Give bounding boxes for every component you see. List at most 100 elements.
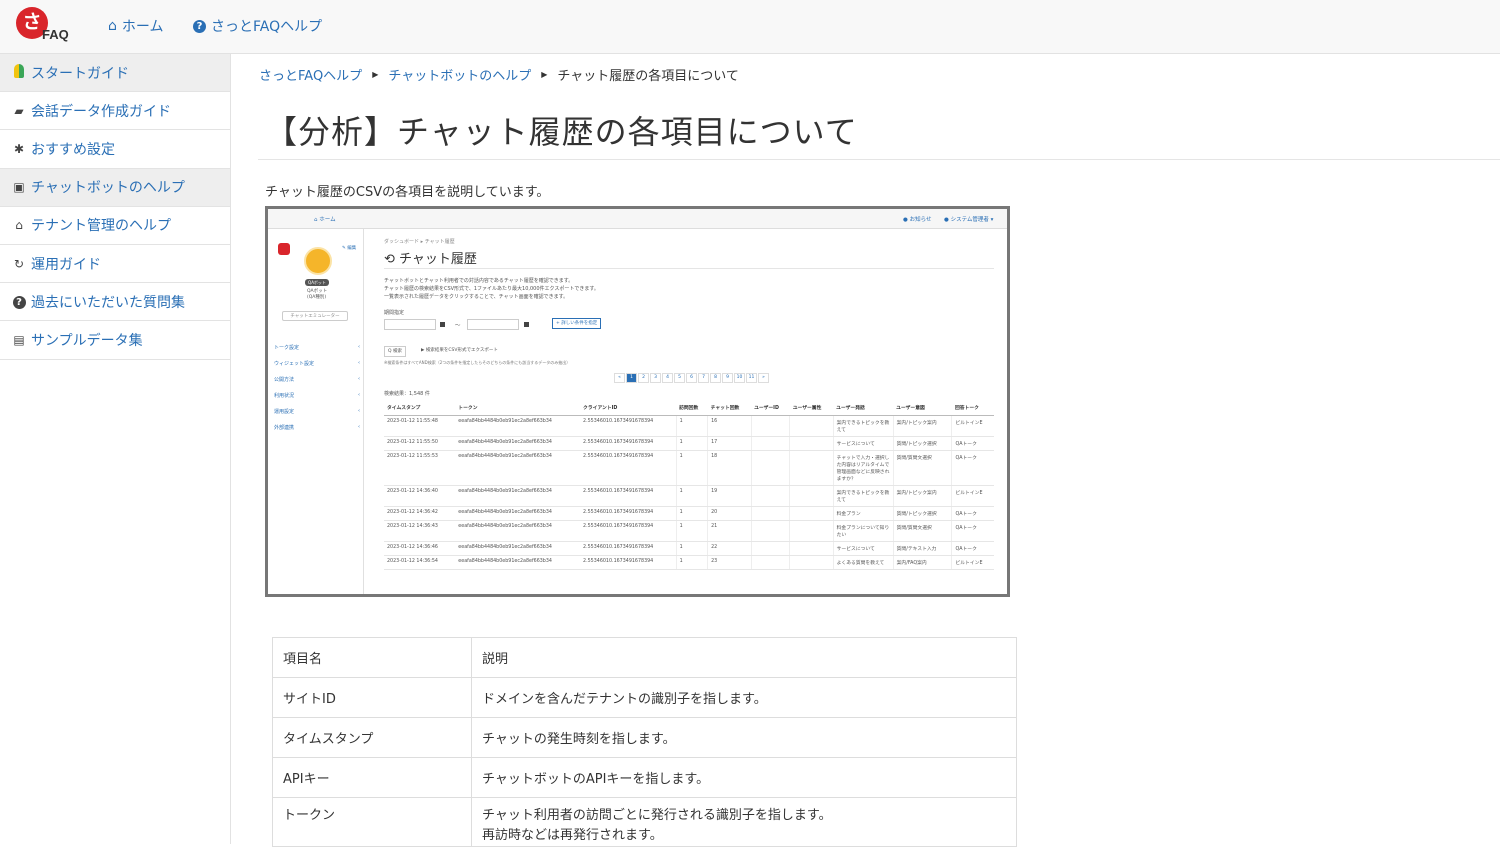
comments-icon: ▰ (14, 103, 24, 118)
table-cell: 21 (707, 520, 752, 542)
page-link: 3 (650, 373, 661, 383)
question-circle-icon: ? (12, 294, 26, 310)
table-cell (789, 450, 834, 486)
table-cell: 2.55346010.1673491678394 (580, 541, 677, 556)
column-header: クライアントID (580, 400, 677, 416)
breadcrumb-current: チャット履歴の各項目について (557, 69, 739, 84)
home-icon: ⌂ (15, 218, 23, 233)
table-row: 2023-01-12 14:36:46 eeafa84bb4484b0eb91ec… (384, 541, 994, 556)
screenshot-title: ⟲ チャット履歴 (384, 252, 477, 267)
table-cell: 2.55346010.1673491678394 (580, 450, 677, 486)
screenshot-menu-item: ウィジェット設定 ‹ (274, 360, 360, 367)
sidebar-item-operation-guide[interactable]: ↻ 運用ガイド (0, 245, 230, 284)
table-cell: 1 (675, 506, 708, 521)
table-row: タイムスタンプ チャットの発生時刻を指します。 (272, 717, 1017, 758)
sidebar-item-label: テナント管理のヘルプ (31, 218, 171, 235)
field-desc-line: 再訪時などは再発行されます。 (482, 828, 663, 843)
nav-home-label: ホーム (121, 19, 164, 35)
file-icon: ▤ (13, 332, 25, 347)
table-cell (789, 555, 834, 570)
sidebar-item-label: 運用ガイド (31, 256, 101, 273)
table-cell: 2.55346010.1673491678394 (580, 436, 677, 451)
header-cell: 説明 (471, 637, 1017, 678)
table-cell: 質問/質問文選択 (892, 450, 952, 486)
table-cell: 19 (707, 485, 752, 507)
screenshot-sidebar: ✎ 編集 QAボット QAボット (QA種別) チャットエミュレーター トーク設定… (268, 229, 364, 594)
table-row: 2023-01-12 14:36:54 eeafa84bb4484b0eb91ec… (384, 555, 994, 570)
page-link: » (758, 373, 769, 383)
table-cell: ビルトインE (951, 415, 994, 437)
beginner-leaf-icon (12, 64, 26, 81)
sidebar-item-recommended-settings[interactable]: ✱ おすすめ設定 (0, 130, 230, 169)
gear-icon: ✱ (13, 141, 25, 156)
table-cell: eeafa84bb4484b0eb91ec2a8ef663b34 (455, 555, 581, 570)
table-cell (750, 520, 790, 542)
table-cell: eeafa84bb4484b0eb91ec2a8ef663b34 (455, 436, 581, 451)
table-cell: 2023-01-12 14:36:43 (384, 520, 456, 542)
table-cell: ビルトインE (951, 555, 994, 570)
sidebar: スタートガイド ▰ 会話データ作成ガイド ✱ おすすめ設定 ▣ チャットボットの… (0, 54, 231, 844)
field-desc-cell: チャットボットのAPIキーを指します。 (471, 757, 1017, 798)
field-desc-cell: チャットの発生時刻を指します。 (471, 717, 1017, 758)
table-cell: 料金プラン (832, 506, 894, 521)
table-cell: 23 (707, 555, 752, 570)
table-cell: 2.55346010.1673491678394 (580, 506, 677, 521)
table-cell: eeafa84bb4484b0eb91ec2a8ef663b34 (455, 520, 581, 542)
page-link: 5 (674, 373, 685, 383)
table-cell: eeafa84bb4484b0eb91ec2a8ef663b34 (455, 506, 581, 521)
table-cell: QAトーク (951, 506, 994, 521)
table-cell: 2023-01-12 11:55:48 (384, 415, 456, 437)
column-header: 回答トーク (951, 400, 994, 416)
table-cell: 17 (707, 436, 752, 451)
table-row: トークン チャット利用者の訪問ごとに発行される識別子を指します。 再訪時などは再… (272, 797, 1017, 847)
header-cell: 項目名 (272, 637, 472, 678)
sidebar-item-label: サンプルデータ集 (31, 332, 143, 349)
screenshot-home: ⌂ ホーム (314, 217, 336, 223)
sidebar-item-tenant-help[interactable]: ⌂ テナント管理のヘルプ (0, 207, 230, 245)
breadcrumb-chatbot-help[interactable]: チャットボットのヘルプ (388, 65, 531, 84)
sidebar-item-label: 過去にいただいた質問集 (31, 294, 185, 311)
sidebar-item-sample-data[interactable]: ▤ サンプルデータ集 (0, 321, 230, 360)
table-cell: 1 (675, 555, 708, 570)
screenshot-period-label: 期間指定 (384, 310, 405, 316)
table-cell: 1 (675, 436, 708, 451)
page-link: 11 (746, 373, 757, 383)
intro-text: チャット履歴のCSVの各項目を説明しています。 (265, 185, 550, 200)
table-cell (789, 541, 834, 556)
nav-home-link[interactable]: ⌂ ホーム (108, 16, 163, 36)
table-cell: eeafa84bb4484b0eb91ec2a8ef663b34 (455, 485, 581, 507)
breadcrumb-help[interactable]: さっとFAQヘルプ (259, 65, 362, 84)
table-cell (789, 415, 834, 437)
table-cell: 料金プランについて知りたい (832, 520, 894, 542)
sidebar-item-past-questions[interactable]: ? 過去にいただいた質問集 (0, 283, 230, 322)
page-title: 【分析】チャット履歴の各項目について (265, 113, 858, 151)
table-cell: QAトーク (951, 450, 994, 486)
table-cell: 2.55346010.1673491678394 (580, 520, 677, 542)
nav-help-link[interactable]: ? さっとFAQヘルプ (193, 16, 322, 36)
breadcrumb-separator-icon: ▶ (541, 70, 548, 79)
sidebar-item-chatbot-help[interactable]: ▣ チャットボットのヘルプ (0, 168, 230, 207)
sidebar-item-start-guide[interactable]: スタートガイド (0, 54, 230, 93)
screenshot-bot-avatar (304, 247, 332, 275)
column-header: 訪問回数 (676, 400, 708, 416)
table-body: 2023-01-12 11:55:48 eeafa84bb4484b0eb91ec… (384, 415, 994, 570)
screenshot-date-to (467, 319, 519, 330)
screenshot-divider (384, 268, 994, 269)
column-header: ユーザー属性 (789, 400, 834, 416)
table-cell: 2023-01-12 14:36:40 (384, 485, 456, 507)
table-cell: 22 (707, 541, 752, 556)
table-cell (750, 555, 790, 570)
screenshot-description: チャットボットとチャット利用者での対話内容であるチャット履歴を確認できます。 チ… (384, 278, 599, 300)
sidebar-item-conversation-guide[interactable]: ▰ 会話データ作成ガイド (0, 92, 230, 131)
table-cell: 2023-01-12 14:36:54 (384, 555, 456, 570)
table-cell: 2023-01-12 11:55:50 (384, 436, 456, 451)
screenshot-edit: ✎ 編集 (342, 246, 357, 251)
page-link: 4 (662, 373, 673, 383)
table-cell: 2.55346010.1673491678394 (580, 555, 677, 570)
main-content: さっとFAQヘルプ ▶ チャットボットのヘルプ ▶ チャット履歴の各項目について… (231, 54, 1500, 847)
screenshot-menu-item: 外部連携 ‹ (274, 424, 360, 431)
sidebar-item-label: スタートガイド (31, 65, 129, 82)
page-link: « (614, 373, 625, 383)
logo[interactable]: さ FAQ (16, 7, 78, 45)
page-link: 1 (626, 373, 637, 383)
